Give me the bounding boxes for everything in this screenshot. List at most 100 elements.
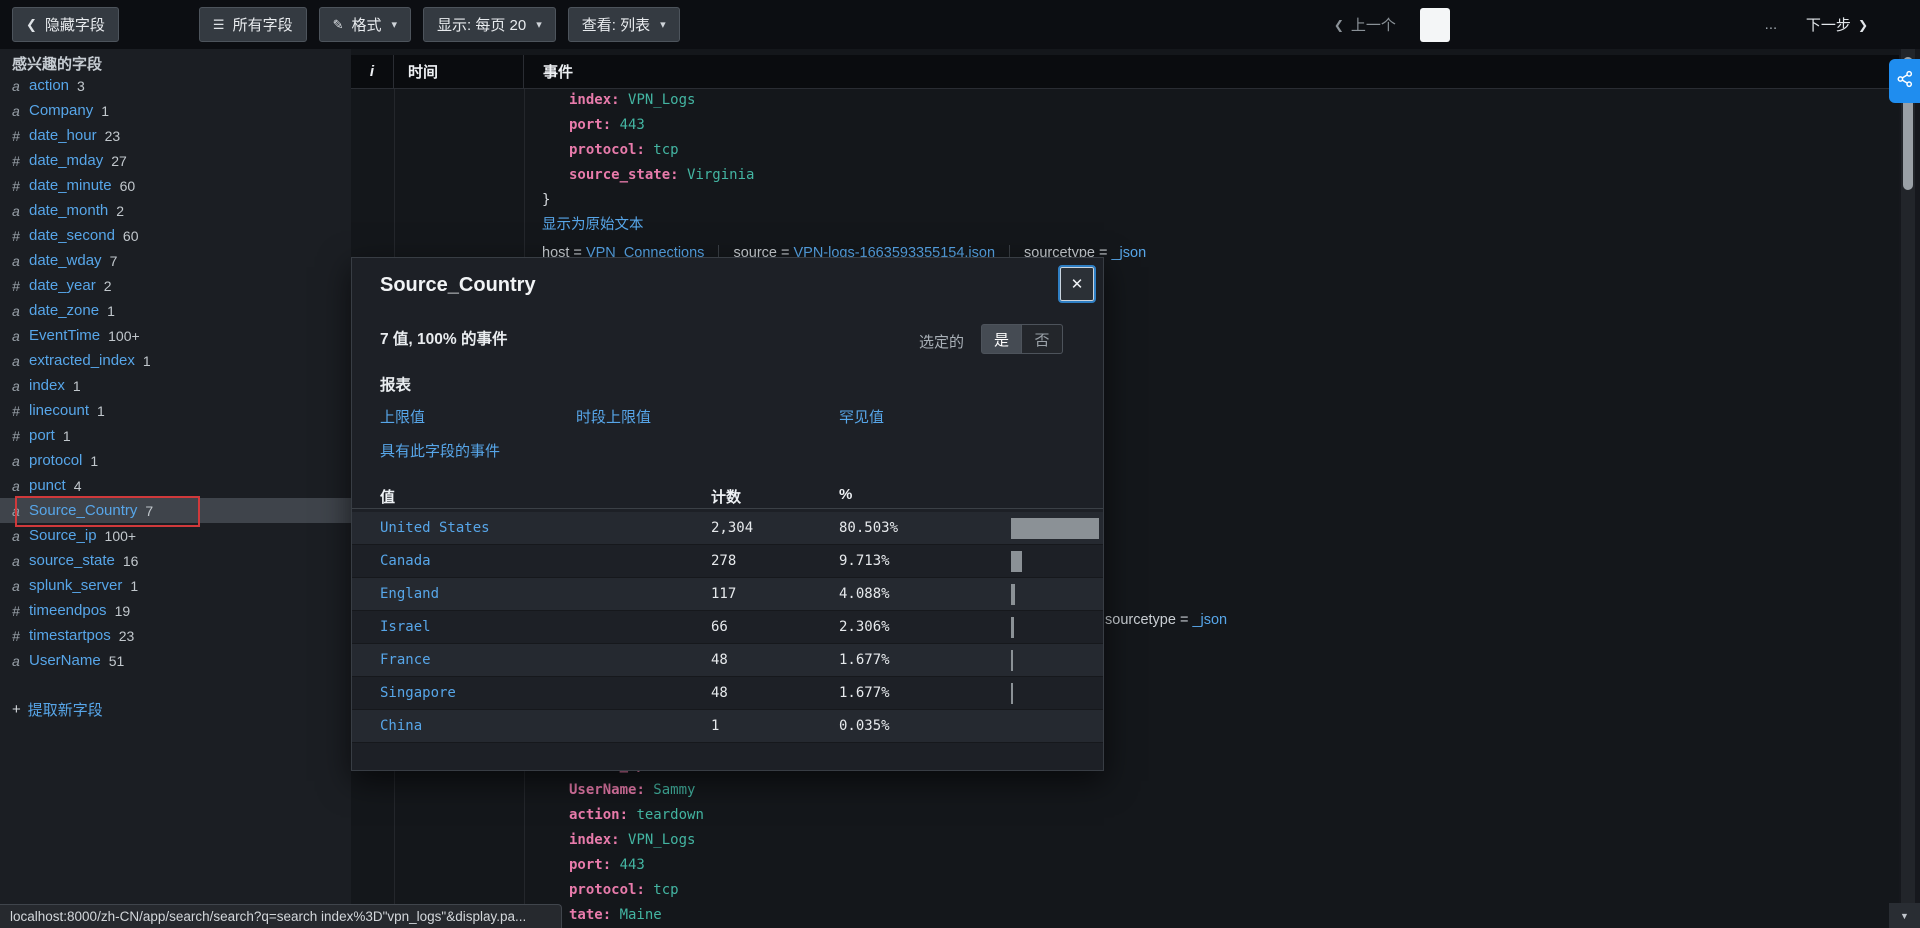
sidebar-field-item[interactable]: # date_second 60 (0, 223, 351, 248)
page-number-button[interactable] (1624, 7, 1666, 43)
sidebar-field-item[interactable]: a Source_Country 7 (0, 496, 351, 527)
field-name-link[interactable]: Company (29, 102, 93, 119)
field-name-link[interactable]: extracted_index (29, 352, 135, 369)
meta-value-link[interactable]: _json (1192, 612, 1227, 628)
field-name-link[interactable]: date_month (29, 202, 108, 219)
extract-new-fields-link[interactable]: + 提取新字段 (0, 699, 351, 720)
field-value-link[interactable]: Singapore (380, 685, 456, 701)
field-name-link[interactable]: action (29, 77, 69, 94)
per-page-dropdown[interactable]: 显示: 每页 20 ▾ (423, 7, 556, 42)
sidebar-field-item[interactable]: # date_hour 23 (0, 123, 351, 148)
sidebar-field-item[interactable]: a action 3 (0, 73, 351, 98)
json-value[interactable]: VPN_Logs (628, 832, 695, 848)
field-type-icon: # (12, 602, 20, 619)
field-name-link[interactable]: splunk_server (29, 577, 122, 594)
sidebar-field-item[interactable]: a protocol 1 (0, 448, 351, 473)
page-number-button[interactable] (1582, 7, 1624, 43)
top-values-link[interactable]: 上限值 (380, 406, 425, 427)
vertical-scrollbar[interactable] (1901, 49, 1915, 903)
field-name-link[interactable]: date_zone (29, 302, 99, 319)
sidebar-field-item[interactable]: a Company 1 (0, 98, 351, 123)
page-number-button[interactable] (1498, 7, 1540, 43)
field-name-link[interactable]: date_year (29, 277, 96, 294)
json-value[interactable]: teardown (636, 807, 703, 823)
hide-fields-button[interactable]: ❮ 隐藏字段 (12, 7, 119, 42)
field-count: 7 (109, 252, 118, 269)
share-assistant-button[interactable] (1889, 59, 1920, 103)
field-count: 1 (130, 577, 139, 594)
prev-label: 上一个 (1350, 17, 1396, 34)
next-page-button[interactable]: 下一步 ❯ (1806, 14, 1868, 35)
sidebar-field-item[interactable]: a EventTime 100+ (0, 323, 351, 348)
json-value[interactable]: Sammy (653, 782, 695, 798)
field-name-link[interactable]: port (29, 427, 55, 444)
sidebar-field-item[interactable]: a splunk_server 1 (0, 573, 351, 598)
sidebar-field-item[interactable]: # linecount 1 (0, 398, 351, 423)
view-dropdown[interactable]: 查看: 列表 ▾ (567, 7, 680, 42)
sidebar-field-item[interactable]: # date_mday 27 (0, 148, 351, 173)
sidebar-field-item[interactable]: # timestartpos 23 (0, 623, 351, 648)
page-number-button[interactable] (1419, 7, 1450, 42)
field-value-link[interactable]: England (380, 586, 439, 602)
field-name-link[interactable]: source_state (29, 552, 115, 569)
sidebar-field-item[interactable]: # port 1 (0, 423, 351, 448)
selected-yes-button[interactable]: 是 (981, 324, 1022, 354)
field-name-link[interactable]: timeendpos (29, 602, 107, 619)
rare-values-link[interactable]: 罕见值 (839, 406, 884, 427)
field-value-link[interactable]: Israel (380, 619, 431, 635)
field-name-link[interactable]: UserName (29, 652, 101, 669)
sidebar-field-item[interactable]: a date_month 2 (0, 198, 351, 223)
json-value[interactable]: tcp (653, 142, 678, 158)
field-name-link[interactable]: date_hour (29, 127, 97, 144)
page-number-button[interactable] (1456, 7, 1498, 43)
json-value[interactable]: 443 (620, 857, 645, 873)
sidebar-field-item[interactable]: # date_year 2 (0, 273, 351, 298)
sidebar-field-item[interactable]: a extracted_index 1 (0, 348, 351, 373)
meta-value-link[interactable]: _json (1111, 245, 1146, 261)
field-name-link[interactable]: date_minute (29, 177, 112, 194)
field-value-link[interactable]: France (380, 652, 431, 668)
json-value[interactable]: Maine (620, 907, 662, 923)
field-name-link[interactable]: index (29, 377, 65, 394)
page-number-button[interactable] (1666, 7, 1708, 43)
field-name-link[interactable]: Source_ip (29, 527, 97, 544)
events-with-field-link[interactable]: 具有此字段的事件 (380, 440, 500, 461)
sidebar-field-item[interactable]: a UserName 51 (0, 648, 351, 673)
top-values-by-time-link[interactable]: 时段上限值 (576, 406, 651, 427)
field-name-link[interactable]: date_mday (29, 152, 103, 169)
json-value[interactable]: VPN_Logs (628, 92, 695, 108)
close-button[interactable]: ✕ (1058, 265, 1096, 303)
json-value[interactable]: 443 (620, 117, 645, 133)
sidebar-field-item[interactable]: # date_minute 60 (0, 173, 351, 198)
all-fields-button[interactable]: ☰ 所有字段 (198, 7, 307, 42)
field-name-link[interactable]: linecount (29, 402, 89, 419)
sidebar-field-item[interactable]: a date_wday 7 (0, 248, 351, 273)
sidebar-field-item[interactable]: a source_state 16 (0, 548, 351, 573)
page-number-button[interactable] (1708, 7, 1750, 43)
field-name-link[interactable]: date_second (29, 227, 115, 244)
field-name-link[interactable]: EventTime (29, 327, 100, 344)
json-value[interactable]: Virginia (687, 167, 754, 183)
prev-page-button[interactable]: ❮ 上一个 (1334, 14, 1396, 35)
field-value-link[interactable]: China (380, 718, 422, 734)
show-raw-text-link[interactable]: 显示为原始文本 (542, 213, 1146, 238)
field-type-icon: a (12, 477, 20, 494)
format-dropdown[interactable]: ✎ 格式 ▾ (318, 7, 412, 42)
field-name-link[interactable]: punct (29, 477, 66, 494)
sidebar-field-item[interactable]: a Source_ip 100+ (0, 523, 351, 548)
scroll-down-button[interactable]: ▼ (1889, 903, 1920, 928)
field-name-link[interactable]: protocol (29, 452, 82, 469)
field-value-link[interactable]: United States (380, 520, 490, 536)
sidebar-field-item[interactable]: # timeendpos 19 (0, 598, 351, 623)
field-value-link[interactable]: Canada (380, 553, 431, 569)
sidebar-field-item[interactable]: a index 1 (0, 373, 351, 398)
field-name-link[interactable]: Source_Country (29, 502, 137, 519)
field-count: 27 (111, 152, 127, 169)
json-value[interactable]: tcp (653, 882, 678, 898)
field-name-link[interactable]: date_wday (29, 252, 102, 269)
page-number-button[interactable] (1540, 7, 1582, 43)
sidebar-field-item[interactable]: a date_zone 1 (0, 298, 351, 323)
sidebar-field-item[interactable]: a punct 4 (0, 473, 351, 498)
selected-no-button[interactable]: 否 (1022, 324, 1063, 354)
field-name-link[interactable]: timestartpos (29, 627, 111, 644)
